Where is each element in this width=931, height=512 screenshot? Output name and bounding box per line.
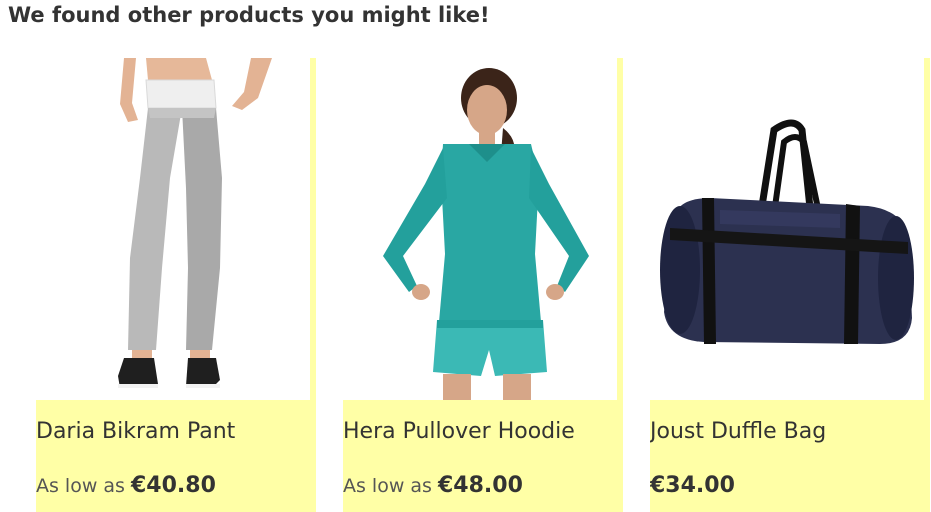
duffle-bag-icon [660,119,914,344]
product-price: €34.00 [650,473,735,498]
price-label: As low as [36,475,131,497]
product-name[interactable]: Daria Bikram Pant [36,417,235,447]
product-price: €48.00 [438,473,523,498]
price-box: As low as €40.80 [36,471,216,502]
product-card-hera-pullover-hoodie[interactable]: Hera Pullover Hoodie As low as €48.00 [343,58,623,512]
product-image-joust-duffle-bag[interactable] [650,58,924,400]
price-label: As low as [343,475,438,497]
section-heading: We found other products you might like! [8,3,490,27]
product-card-joust-duffle-bag[interactable]: Joust Duffle Bag €34.00 [650,58,930,512]
product-price: €40.80 [131,473,216,498]
hoodie-icon [383,68,589,400]
price-box: As low as €48.00 [343,471,523,502]
product-image-daria-bikram-pant[interactable] [36,58,310,400]
product-name[interactable]: Hera Pullover Hoodie [343,417,575,447]
product-image-hera-pullover-hoodie[interactable] [343,58,617,400]
product-card-daria-bikram-pant[interactable]: Daria Bikram Pant As low as €40.80 [36,58,316,512]
price-box: €34.00 [650,471,735,502]
pant-icon [118,58,272,388]
product-name[interactable]: Joust Duffle Bag [650,417,826,447]
